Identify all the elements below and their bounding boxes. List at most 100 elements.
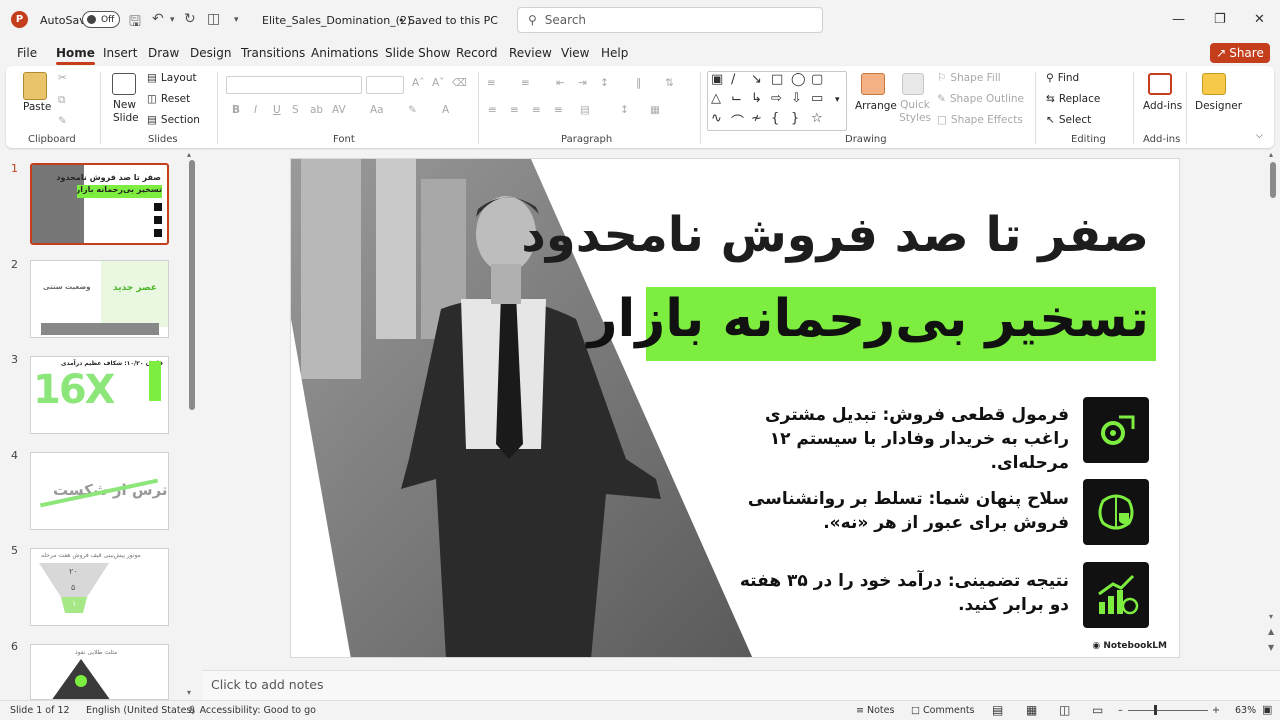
tab-record[interactable]: Record (456, 46, 497, 60)
char-spacing-icon[interactable]: AV (332, 104, 346, 116)
slide-thumbnail-3[interactable]: قانون ۱۰/۲۰: شکاف عظیم درآمدی 16X (30, 356, 169, 434)
designer-button[interactable]: Designer (1195, 100, 1242, 112)
bullet-text-3[interactable]: نتیجه تضمینی: درآمد خود را در ۳۵ هفته دو… (729, 569, 1069, 617)
slide-thumbnail-5[interactable]: موتور پیش‌بینی قیف فروش هفت مرحله ۲۰ ۵ ۱ (30, 548, 169, 626)
freeform-shape-icon[interactable]: ∿ (711, 111, 722, 126)
share-button[interactable]: ↗ Share (1210, 43, 1270, 63)
flowchart-shape-icon[interactable]: ▭ (811, 91, 823, 106)
connector-shape-icon[interactable]: ↳ (751, 91, 762, 106)
designer-icon[interactable] (1202, 73, 1226, 95)
thumbnail-scrollbar[interactable] (189, 160, 195, 410)
quick-styles-icon[interactable] (902, 73, 924, 95)
addins-button[interactable]: Add-ins (1143, 100, 1182, 112)
paste-button[interactable]: Paste (23, 101, 51, 113)
align-center-icon[interactable]: ≡ (510, 104, 519, 116)
present-icon[interactable]: ◫ (207, 11, 220, 27)
collapse-ribbon-icon[interactable]: ⌵ (1256, 131, 1263, 141)
oval-shape-icon[interactable]: ◯ (791, 72, 806, 87)
normal-view-icon[interactable]: ▤ (992, 703, 1003, 717)
tab-draw[interactable]: Draw (148, 46, 179, 60)
copy-icon[interactable]: ⧉ (58, 94, 66, 107)
canvas-scroll-up-icon[interactable]: ▴ (1269, 150, 1273, 159)
maximize-icon[interactable]: ❐ (1214, 12, 1226, 27)
left-brace-shape-icon[interactable]: { (771, 111, 779, 126)
slide-thumbnail-6[interactable]: مثلث طلایی نفوذ (30, 644, 169, 700)
tab-slide-show[interactable]: Slide Show (385, 46, 450, 60)
text-shadow-icon[interactable]: ab (310, 104, 323, 116)
textbox-shape-icon[interactable]: ▣ (711, 72, 723, 87)
slideshow-view-icon[interactable]: ▭ (1092, 703, 1103, 717)
right-arrow-shape-icon[interactable]: ⇨ (771, 91, 782, 106)
notes-placeholder[interactable]: Click to add notes (211, 677, 323, 692)
strikethrough-icon[interactable]: S (292, 104, 299, 116)
shapes-more-icon[interactable]: ▾ (835, 95, 840, 105)
language[interactable]: English (United States) (86, 705, 195, 716)
undo-icon[interactable]: ↶ (152, 11, 164, 27)
tab-animations[interactable]: Animations (311, 46, 378, 60)
down-arrow-shape-icon[interactable]: ⇩ (791, 91, 802, 106)
notes-button[interactable]: ≡ Notes (856, 705, 894, 716)
rounded-rect-shape-icon[interactable]: ▢ (811, 72, 823, 87)
autosave-toggle[interactable]: Off (82, 11, 120, 28)
previous-slide-icon[interactable]: ▲ (1268, 627, 1274, 636)
curve-shape-icon[interactable]: ≁ (751, 111, 762, 126)
right-brace-shape-icon[interactable]: } (791, 111, 799, 126)
decrease-font-icon[interactable]: Aˇ (432, 77, 444, 89)
new-slide-icon[interactable] (112, 73, 136, 95)
arrange-icon[interactable] (861, 73, 885, 95)
tab-design[interactable]: Design (190, 46, 231, 60)
change-case-icon[interactable]: Aa (370, 104, 384, 116)
rectangle-shape-icon[interactable]: □ (771, 72, 783, 87)
bullet-text-2[interactable]: سلاح پنهان شما: تسلط بر روانشناسی فروش ب… (729, 487, 1069, 535)
highlight-color-icon[interactable]: ✎ (408, 104, 417, 116)
next-slide-icon[interactable]: ▼ (1268, 643, 1274, 652)
shape-effects-button[interactable]: □ Shape Effects (937, 114, 1023, 126)
slide-thumbnail-2[interactable]: عصر جدید وضعیت سنتی (30, 260, 169, 338)
tab-help[interactable]: Help (601, 46, 628, 60)
slide-title-line2[interactable]: تسخیر بی‌رحمانه بازار (588, 289, 1149, 349)
canvas-scroll-down-icon[interactable]: ▾ (1269, 612, 1273, 621)
tab-transitions[interactable]: Transitions (241, 46, 305, 60)
columns-layout-icon[interactable]: ▤ (580, 104, 590, 116)
notes-pane[interactable] (202, 670, 1280, 700)
arrow-line-shape-icon[interactable]: ↘ (751, 72, 762, 87)
slide-title-line1[interactable]: صفر تا صد فروش نامحدود (521, 207, 1149, 263)
increase-indent-icon[interactable]: ⇥ (578, 77, 587, 89)
font-color-icon[interactable]: A (442, 104, 449, 116)
columns-icon[interactable]: ‖ (636, 77, 641, 89)
section-button[interactable]: ▤ Section (147, 114, 200, 126)
tab-home[interactable]: Home (56, 46, 95, 65)
arrange-button[interactable]: Arrange (855, 100, 897, 112)
arc-shape-icon[interactable]: ⌒ (731, 111, 744, 130)
slide-thumbnail-1[interactable]: صفر تا صد فروش نامحدود تسخیر بی‌رحمانه ب… (30, 163, 169, 245)
minimize-icon[interactable]: — (1172, 12, 1185, 27)
scroll-up-icon[interactable]: ▴ (187, 150, 191, 159)
decrease-indent-icon[interactable]: ⇤ (556, 77, 565, 89)
triangle-shape-icon[interactable]: △ (711, 91, 721, 106)
reading-view-icon[interactable]: ◫ (1059, 703, 1070, 717)
layout-button[interactable]: ▤ Layout (147, 72, 197, 84)
cut-icon[interactable]: ✂ (58, 72, 67, 84)
save-icon[interactable]: 🖫 (129, 11, 141, 35)
zoom-out-icon[interactable]: – (1118, 705, 1123, 716)
align-left-icon[interactable]: ≡ (488, 104, 497, 116)
new-slide-button[interactable]: New Slide (113, 99, 139, 125)
fit-slide-icon[interactable]: ▣ (1262, 703, 1272, 716)
increase-font-icon[interactable]: Aˆ (412, 77, 424, 89)
font-size-select[interactable] (366, 76, 404, 94)
comments-button[interactable]: □ Comments (911, 705, 975, 716)
star-shape-icon[interactable]: ☆ (811, 111, 823, 126)
underline-icon[interactable]: U (273, 104, 281, 116)
zoom-level[interactable]: 63% (1235, 705, 1256, 716)
paste-icon[interactable] (23, 72, 47, 100)
bold-icon[interactable]: B (232, 104, 240, 116)
numbering-icon[interactable]: ≡ (521, 77, 530, 89)
line-spacing-icon[interactable]: ↕ (600, 77, 609, 89)
shape-outline-button[interactable]: ✎ Shape Outline (937, 93, 1024, 105)
quick-styles-button[interactable]: Quick Styles (896, 99, 934, 125)
tab-file[interactable]: File (17, 46, 37, 60)
reset-button[interactable]: ◫ Reset (147, 93, 190, 105)
elbow-shape-icon[interactable]: ⌙ (731, 91, 742, 106)
find-button[interactable]: ⚲ Find (1046, 72, 1079, 84)
search-box[interactable]: ⚲ Search (517, 7, 823, 33)
